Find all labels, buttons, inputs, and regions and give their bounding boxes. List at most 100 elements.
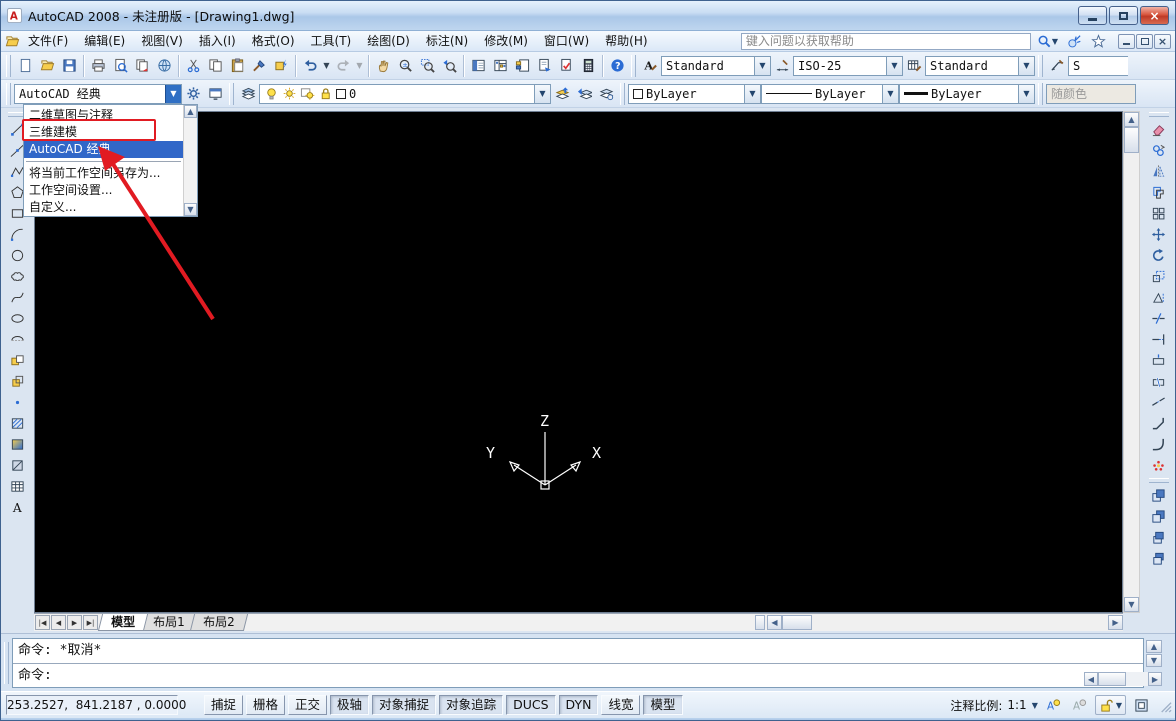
help-button[interactable]: ? <box>606 55 628 77</box>
table-style-button[interactable] <box>903 55 925 77</box>
fillet-button[interactable] <box>1148 434 1170 455</box>
canvas-vscrollbar[interactable]: ▲ ▼ <box>1123 111 1140 613</box>
move-button[interactable] <box>1148 224 1170 245</box>
layout-tab-0[interactable]: 模型 <box>98 614 148 631</box>
mirror-button[interactable] <box>1148 161 1170 182</box>
lineweight-combo[interactable]: ByLayer ▼ <box>899 84 1035 104</box>
vscroll-thumb[interactable] <box>1124 127 1139 153</box>
favorites-button[interactable] <box>1088 32 1109 50</box>
annotation-visibility-button[interactable]: A <box>1043 696 1064 714</box>
menu-item-3[interactable]: 插入(I) <box>191 31 244 52</box>
command-scroll-up-button[interactable]: ▲ <box>1146 640 1162 653</box>
undo-button[interactable] <box>299 55 321 77</box>
redo-button[interactable] <box>332 55 354 77</box>
erase-button[interactable] <box>1148 119 1170 140</box>
command-vscroll[interactable]: ▲ ▼ <box>1146 640 1162 667</box>
menu-item-2[interactable]: 视图(V) <box>133 31 191 52</box>
layer-dropdown-arrow[interactable]: ▼ <box>534 85 550 103</box>
make-object-layer-current-button[interactable] <box>551 83 573 105</box>
doc-close-button[interactable]: × <box>1154 34 1171 49</box>
toolbar-grip[interactable] <box>1038 83 1043 105</box>
extend-button[interactable] <box>1148 329 1170 350</box>
command-hscroll[interactable]: ◀ ▶ <box>1084 672 1162 686</box>
bring-to-front-button[interactable] <box>1148 485 1170 506</box>
toolbar-grip[interactable] <box>631 55 636 77</box>
annotation-scale-dropdown-arrow[interactable]: ▼ <box>1032 701 1038 710</box>
layer-properties-button[interactable] <box>237 83 259 105</box>
canvas-hscrollbar[interactable]: ◀ ▶ <box>755 614 1123 631</box>
tab-first-button[interactable]: |◀ <box>35 615 50 630</box>
ellipse-button[interactable] <box>7 308 29 329</box>
toolbar-grip[interactable] <box>6 55 11 77</box>
status-toggle-lwt[interactable]: 线宽 <box>601 695 640 715</box>
status-toggle-model[interactable]: 模型 <box>643 695 682 715</box>
pan-button[interactable] <box>372 55 394 77</box>
layer-freeze-sun-icon[interactable] <box>282 86 297 101</box>
tab-next-button[interactable]: ▶ <box>67 615 82 630</box>
hatch-button[interactable] <box>7 413 29 434</box>
explode-button[interactable] <box>1148 455 1170 476</box>
search-button[interactable]: ▼ <box>1034 32 1061 50</box>
undo-dropdown-button[interactable]: ▼ <box>321 55 332 77</box>
pane-splitter[interactable] <box>755 615 765 630</box>
menu-item-8[interactable]: 修改(M) <box>476 31 536 52</box>
zoom-previous-button[interactable] <box>438 55 460 77</box>
communication-center-button[interactable] <box>1064 32 1085 50</box>
command-text-area[interactable]: 命令: *取消* 命令: <box>12 638 1144 688</box>
table-style-dropdown-arrow[interactable]: ▼ <box>1018 57 1034 75</box>
cut-button[interactable] <box>182 55 204 77</box>
coordinate-display[interactable]: 253.2527, 841.2187 , 0.0000 <box>6 695 178 715</box>
menu-item-10[interactable]: 帮助(H) <box>597 31 655 52</box>
layer-previous-button[interactable] <box>573 83 595 105</box>
circle-button[interactable] <box>7 245 29 266</box>
command-scroll-right-button[interactable]: ▶ <box>1148 672 1162 686</box>
command-hscroll-thumb[interactable] <box>1098 672 1126 686</box>
annotation-scale-value[interactable]: 1:1 <box>1007 698 1026 712</box>
layer-lock-icon[interactable] <box>318 86 333 101</box>
toolbar-grip[interactable] <box>620 83 625 105</box>
dropdown-scroll-down[interactable]: ▼ <box>184 203 197 216</box>
break-button[interactable] <box>1148 371 1170 392</box>
open-button[interactable] <box>36 55 58 77</box>
minimize-button[interactable] <box>1078 6 1107 25</box>
send-under-objects-button[interactable] <box>1148 548 1170 569</box>
send-to-back-button[interactable] <box>1148 506 1170 527</box>
toolbar-grip[interactable] <box>1038 55 1043 77</box>
mtext-button[interactable]: A <box>7 497 29 518</box>
arc-button[interactable] <box>7 224 29 245</box>
scroll-up-button[interactable]: ▲ <box>1124 112 1139 127</box>
break-at-point-button[interactable] <box>1148 350 1170 371</box>
command-scroll-down-button[interactable]: ▼ <box>1146 654 1162 667</box>
save-button[interactable] <box>58 55 80 77</box>
scroll-right-button[interactable]: ▶ <box>1108 615 1123 630</box>
tool-palettes-button[interactable] <box>511 55 533 77</box>
copy-button[interactable] <box>204 55 226 77</box>
resize-grip[interactable] <box>1157 698 1172 713</box>
dim-style-dropdown-arrow[interactable]: ▼ <box>886 57 902 75</box>
point-button[interactable] <box>7 392 29 413</box>
zoom-realtime-button[interactable]: ± <box>394 55 416 77</box>
gradient-button[interactable] <box>7 434 29 455</box>
sheet-set-manager-button[interactable] <box>533 55 555 77</box>
workspace-action-2[interactable]: 自定义... <box>24 199 183 216</box>
markup-set-manager-button[interactable] <box>555 55 577 77</box>
quickcalc-button[interactable] <box>577 55 599 77</box>
layer-viewport-freeze-icon[interactable] <box>300 86 315 101</box>
toolbar-lock-button[interactable]: ▼ <box>1095 695 1126 715</box>
toolbar-grip[interactable] <box>6 83 11 105</box>
text-style-dropdown-arrow[interactable]: ▼ <box>754 57 770 75</box>
status-toggle-dyn[interactable]: DYN <box>559 695 599 715</box>
region-button[interactable] <box>7 455 29 476</box>
multileader-style-combo[interactable]: S <box>1068 56 1128 76</box>
workspace-action-0[interactable]: 将当前工作空间另存为... <box>24 165 183 182</box>
text-style-combo[interactable]: Standard ▼ <box>661 56 771 76</box>
scale-button[interactable] <box>1148 266 1170 287</box>
lineweight-dropdown-arrow[interactable]: ▼ <box>1018 85 1034 103</box>
linetype-combo[interactable]: ByLayer ▼ <box>761 84 899 104</box>
menu-item-5[interactable]: 工具(T) <box>303 31 360 52</box>
status-toggle-grid[interactable]: 栅格 <box>246 695 285 715</box>
layout-tab-2[interactable]: 布局2 <box>190 614 248 631</box>
menu-item-9[interactable]: 窗口(W) <box>536 31 597 52</box>
workspace-option-2[interactable]: AutoCAD 经典 <box>24 141 183 158</box>
command-window-grip[interactable] <box>4 642 9 684</box>
